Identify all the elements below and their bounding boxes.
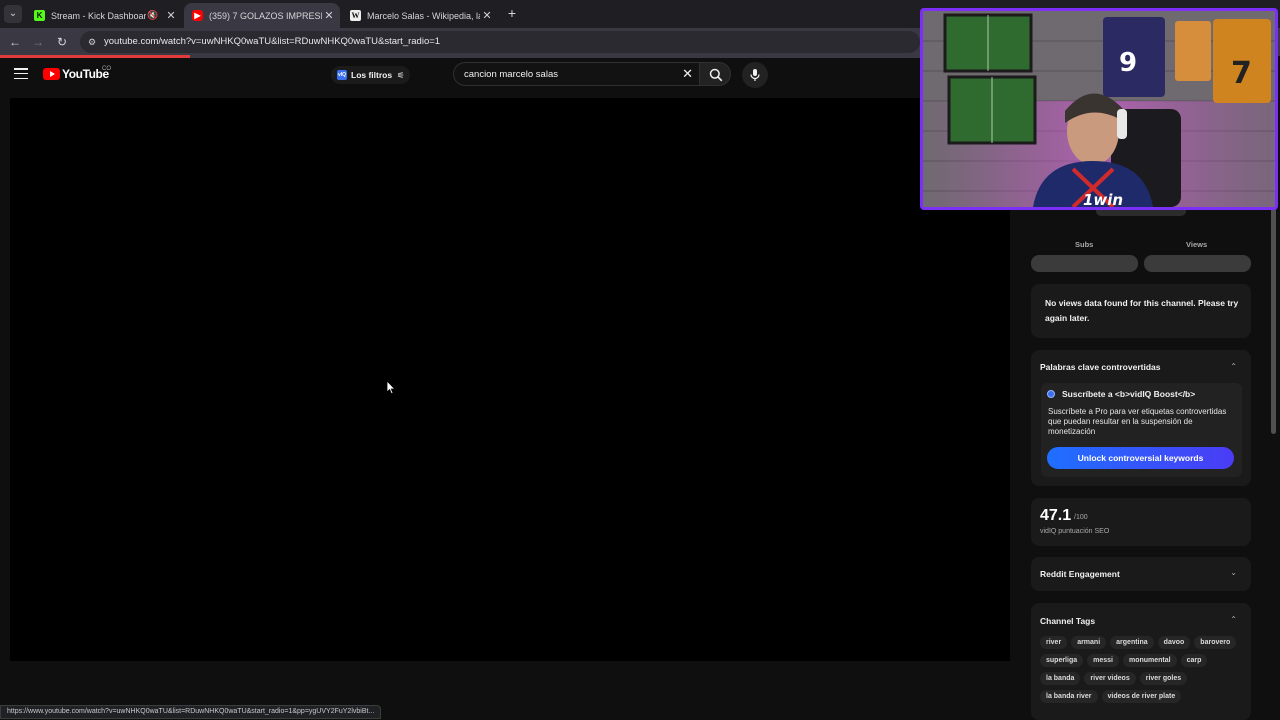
- kick-icon: K: [34, 10, 45, 21]
- tab-title: (359) 7 GOLAZOS IMPRESIONANTES: [209, 10, 322, 21]
- mouse-cursor-icon: [386, 380, 396, 395]
- vidiq-boost-icon: [1047, 390, 1055, 398]
- chevron-down-icon[interactable]: ⌄: [1230, 568, 1237, 577]
- reddit-engagement-card[interactable]: Reddit Engagement ⌄: [1031, 557, 1251, 591]
- channel-tag[interactable]: videos de river plate: [1101, 690, 1182, 703]
- reload-icon[interactable]: ↻: [54, 34, 70, 50]
- no-views-card: No views data found for this channel. Pl…: [1031, 284, 1251, 338]
- sliders-icon: ⚟: [397, 70, 405, 80]
- subs-value-placeholder: [1031, 255, 1138, 272]
- tab-wikipedia[interactable]: W Marcelo Salas - Wikipedia, la enciclop…: [342, 3, 498, 28]
- youtube-header: YouTube CO vIQ Los filtros ⚟ cancion mar…: [0, 58, 920, 94]
- no-views-message: No views data found for this channel. Pl…: [1045, 298, 1239, 323]
- channel-tag[interactable]: armani: [1071, 636, 1107, 649]
- seo-score-card: 47.1 /100 vidIQ puntuación SEO: [1031, 498, 1251, 546]
- seo-label: vidIQ puntuación SEO: [1040, 528, 1110, 535]
- channel-tag[interactable]: argentina: [1110, 636, 1154, 649]
- subs-label: Subs: [1075, 240, 1094, 249]
- wikipedia-icon: W: [350, 10, 361, 21]
- back-arrow-icon[interactable]: ←: [7, 34, 23, 50]
- site-info-icon[interactable]: ⚙: [86, 36, 98, 48]
- channel-tags-title: Channel Tags: [1040, 616, 1096, 626]
- muted-speaker-icon[interactable]: 🔇: [146, 10, 160, 21]
- video-player[interactable]: [10, 98, 1010, 661]
- link-status-bar: https://www.youtube.com/watch?v=uwNHKQ0w…: [0, 705, 382, 719]
- controversial-title: Palabras clave controvertidas: [1040, 362, 1161, 372]
- tab-title: Marcelo Salas - Wikipedia, la encicloped…: [367, 10, 480, 21]
- tab-youtube-video[interactable]: ▶ (359) 7 GOLAZOS IMPRESIONANTES ✕: [184, 3, 340, 28]
- streamer-webcam-overlay: 9 7 1win: [920, 8, 1278, 210]
- channel-tag[interactable]: river goles: [1139, 672, 1188, 685]
- seo-max: /100: [1074, 514, 1088, 521]
- close-tab-icon[interactable]: ✕: [480, 9, 494, 22]
- boost-promo-text: Suscríbete a Pro para ver etiquetas cont…: [1048, 407, 1227, 436]
- search-icon: [709, 68, 723, 82]
- voice-search-button[interactable]: [742, 62, 768, 88]
- clear-search-icon[interactable]: ✕: [682, 67, 693, 81]
- channel-tag[interactable]: barovero: [1194, 636, 1237, 649]
- seo-score: 47.1: [1040, 507, 1072, 524]
- close-tab-icon[interactable]: ✕: [322, 9, 336, 22]
- url-text[interactable]: youtube.com/watch?v=uwNHKQ0waTU&list=RDu…: [104, 36, 440, 47]
- tab-kick-dashboard[interactable]: K Stream - Kick Dashboard 🔇 ✕: [26, 3, 182, 28]
- boost-promo-title: Suscríbete a <b>vidIQ Boost</b>: [1062, 389, 1196, 399]
- vidiq-filters-button[interactable]: vIQ Los filtros ⚟: [331, 66, 411, 84]
- search-input[interactable]: cancion marcelo salas: [464, 69, 558, 80]
- close-tab-icon[interactable]: ✕: [164, 9, 178, 22]
- chevron-up-icon[interactable]: ⌃: [1230, 615, 1237, 624]
- boost-promo: Suscríbete a <b>vidIQ Boost</b> Suscríbe…: [1041, 383, 1242, 477]
- svg-text:9: 9: [1119, 48, 1137, 78]
- chevron-up-icon[interactable]: ⌃: [1230, 362, 1237, 371]
- country-code: CO: [102, 66, 111, 72]
- channel-tag[interactable]: la banda river: [1040, 690, 1098, 703]
- channel-tags-list: river armani argentina davoo barovero su…: [1040, 636, 1252, 708]
- channel-tag[interactable]: messi: [1087, 654, 1119, 667]
- microphone-icon: [750, 69, 760, 81]
- forward-arrow-icon[interactable]: →: [30, 34, 46, 50]
- tab-title: Stream - Kick Dashboard: [51, 10, 146, 21]
- address-bar[interactable]: ⚙ youtube.com/watch?v=uwNHKQ0waTU&list=R…: [80, 31, 920, 53]
- reddit-title: Reddit Engagement: [1040, 569, 1120, 579]
- youtube-icon: ▶: [192, 10, 203, 21]
- youtube-play-icon: [43, 68, 60, 80]
- search-box[interactable]: cancion marcelo salas ✕: [453, 62, 699, 86]
- filters-label: Los filtros: [351, 70, 393, 80]
- tab-search-button[interactable]: ⌄: [4, 5, 22, 23]
- channel-tag[interactable]: carp: [1180, 654, 1208, 667]
- youtube-logo[interactable]: YouTube: [43, 67, 109, 81]
- views-label: Views: [1186, 240, 1208, 249]
- webcam-feed-image: 9 7 1win: [923, 11, 1275, 207]
- vidiq-icon: vIQ: [337, 70, 347, 80]
- controversial-keywords-card: Palabras clave controvertidas ⌃ Suscríbe…: [1031, 350, 1251, 486]
- menu-icon[interactable]: [14, 68, 28, 80]
- channel-tag[interactable]: monumental: [1122, 654, 1177, 667]
- channel-tag[interactable]: river videos: [1084, 672, 1136, 685]
- svg-text:7: 7: [1231, 56, 1252, 91]
- views-value-placeholder: [1144, 255, 1251, 272]
- channel-tag[interactable]: superliga: [1040, 654, 1084, 667]
- jersey-sponsor-text: 1win: [1083, 191, 1123, 207]
- new-tab-button[interactable]: +: [505, 5, 519, 21]
- channel-tag[interactable]: davoo: [1157, 636, 1191, 649]
- unlock-keywords-button[interactable]: Unlock controversial keywords: [1047, 447, 1234, 469]
- channel-tag[interactable]: la banda: [1040, 672, 1081, 685]
- search-button[interactable]: [699, 62, 731, 86]
- channel-tag[interactable]: river: [1040, 636, 1068, 649]
